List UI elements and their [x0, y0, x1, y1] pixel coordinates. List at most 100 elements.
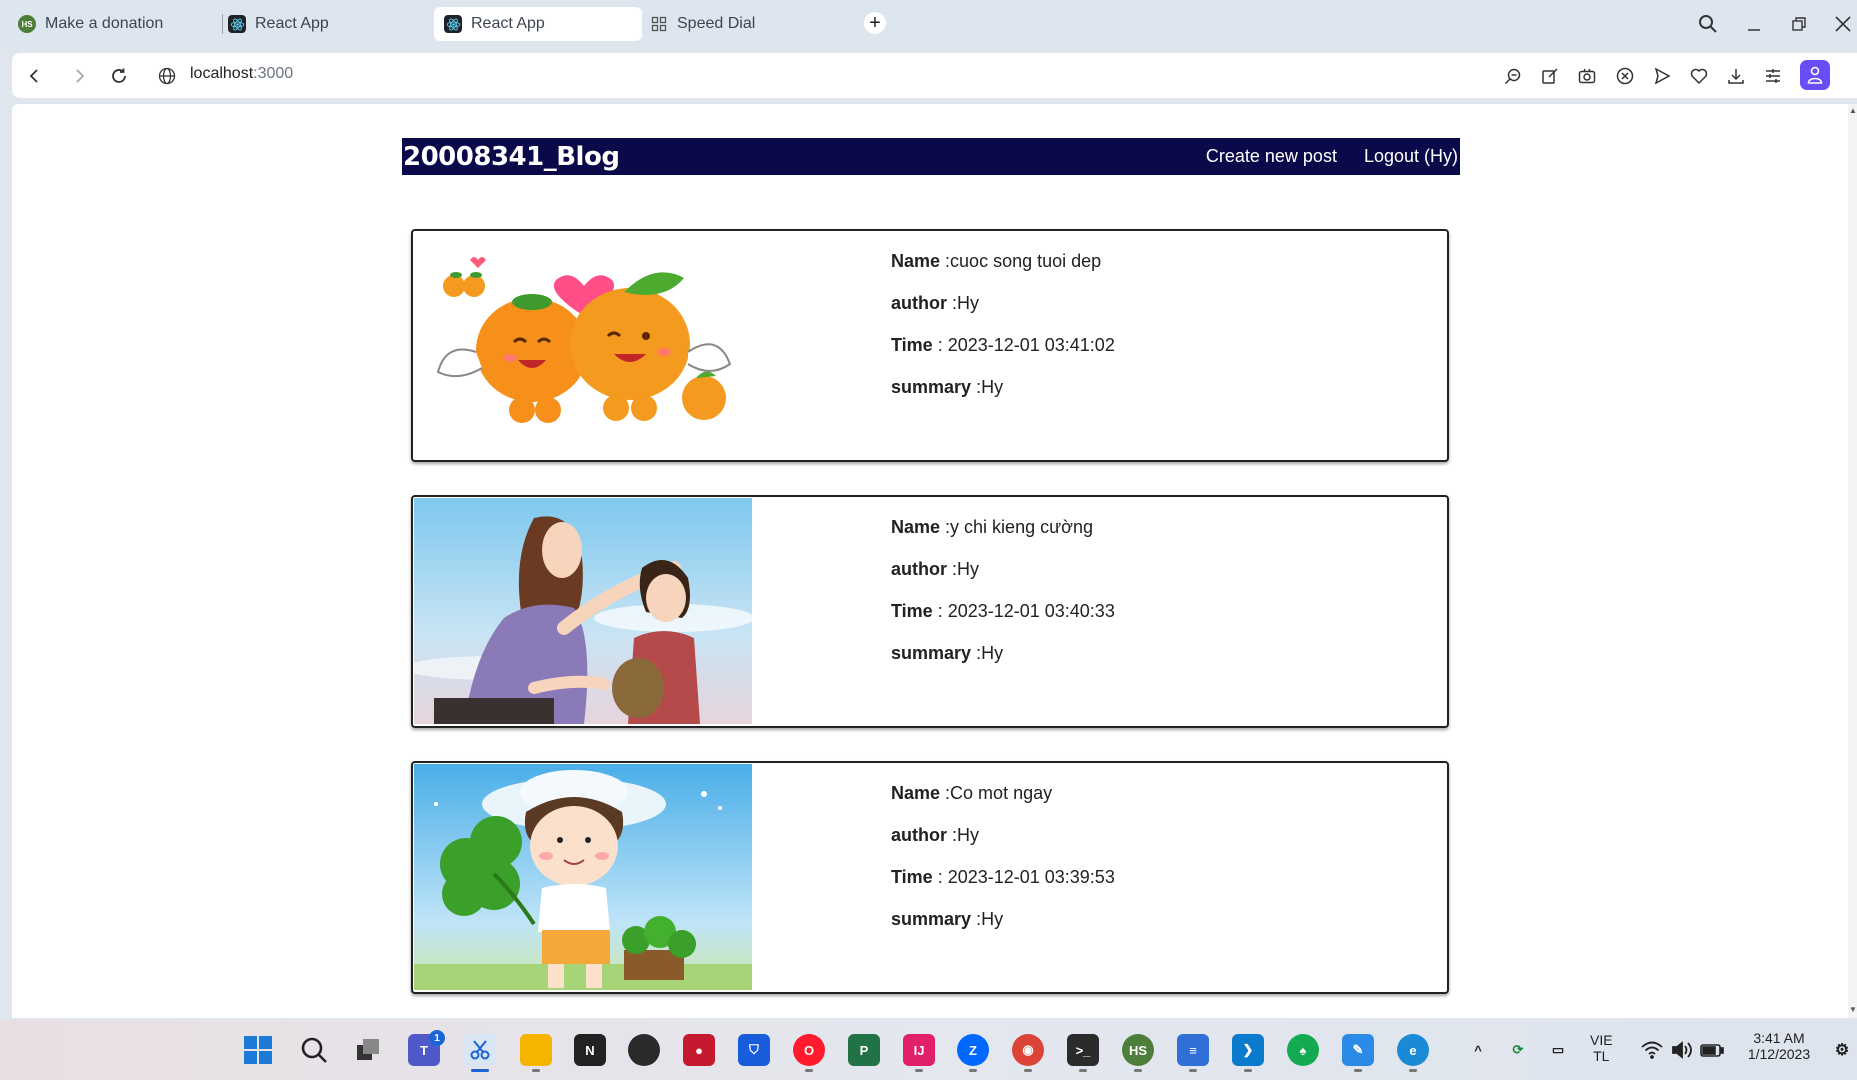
time-label: Time: [891, 867, 933, 887]
running-indicator: [1134, 1069, 1142, 1072]
paint-icon[interactable]: ✎: [1342, 1034, 1374, 1066]
chevron-up-icon[interactable]: ^: [1462, 1034, 1494, 1066]
tab-title: React App: [471, 15, 545, 32]
recorder-icon[interactable]: ●: [683, 1034, 715, 1066]
camera-icon[interactable]: [1575, 64, 1599, 88]
heart-icon[interactable]: [1687, 64, 1711, 88]
post-author-row: author :Hy: [891, 825, 1115, 867]
url-host: localhost: [190, 65, 254, 82]
search-tabs-icon[interactable]: [1694, 10, 1722, 38]
file-explorer-icon[interactable]: [520, 1034, 552, 1066]
new-tab-button[interactable]: +: [864, 12, 886, 34]
running-indicator: [1024, 1069, 1032, 1072]
page-viewport: 20008341_Blog Create new post Logout (Hy…: [12, 104, 1857, 1018]
teams-icon[interactable]: T1: [408, 1030, 445, 1066]
vscode-icon[interactable]: ❯: [1232, 1034, 1264, 1066]
post-image-boy-clover: [414, 764, 752, 990]
send-icon[interactable]: [1650, 64, 1674, 88]
brand-title[interactable]: 20008341_Blog: [402, 142, 620, 172]
project-icon[interactable]: P: [848, 1034, 880, 1066]
sync-icon[interactable]: ⟳: [1502, 1034, 1534, 1066]
post-author: :Hy: [952, 293, 980, 313]
battery-icon[interactable]: [1696, 1034, 1728, 1066]
hs-icon: HS: [18, 15, 36, 33]
url-port: :3000: [253, 65, 294, 82]
terminal-icon[interactable]: >_: [1067, 1034, 1099, 1066]
post-card[interactable]: Name :cuoc song tuoi dep author :Hy Time…: [411, 229, 1449, 462]
post-name-row: Name :y chi kieng cường: [891, 517, 1115, 559]
task-view-icon[interactable]: [352, 1034, 384, 1066]
obs-icon[interactable]: [628, 1034, 660, 1066]
notifications-icon[interactable]: ⚙: [1826, 1034, 1857, 1066]
tab-speed-dial[interactable]: Speed Dial: [640, 7, 850, 41]
page-scrollbar[interactable]: ▲ ▼: [1848, 104, 1857, 1018]
notepad-icon[interactable]: ≡: [1177, 1034, 1209, 1066]
tab-react-app-active[interactable]: React App: [434, 7, 642, 41]
download-icon[interactable]: [1724, 64, 1748, 88]
keyboard-icon[interactable]: ▭: [1542, 1034, 1574, 1066]
running-indicator: [969, 1069, 977, 1072]
keyboard-layout: TL: [1593, 1048, 1610, 1064]
post-summary: :Hy: [976, 909, 1004, 929]
clock[interactable]: 3:41 AM 1/12/2023: [1738, 1030, 1820, 1062]
hs-icon[interactable]: HS: [1122, 1034, 1154, 1066]
post-card[interactable]: Name :Co mot ngay author :Hy Time : 2023…: [411, 761, 1449, 994]
url-field[interactable]: localhost:3000: [190, 65, 293, 83]
close-icon[interactable]: [1829, 10, 1857, 38]
minimize-icon[interactable]: [1740, 10, 1768, 38]
post-name-row: Name :cuoc song tuoi dep: [891, 251, 1115, 293]
reload-icon[interactable]: [105, 62, 133, 90]
search-icon[interactable]: [298, 1034, 330, 1066]
edge-icon[interactable]: e: [1397, 1034, 1429, 1066]
adblock-icon[interactable]: [1613, 64, 1637, 88]
wifi-icon[interactable]: [1636, 1034, 1668, 1066]
post-time: : 2023-12-01 03:39:53: [932, 867, 1115, 887]
tab-make-a-donation[interactable]: HS Make a donation: [8, 7, 213, 41]
post-author: :Hy: [952, 559, 980, 579]
scroll-up-icon[interactable]: ▲: [1849, 106, 1857, 115]
browser-tab-bar: HS Make a donation React App React App S…: [0, 0, 1857, 47]
address-bar: localhost:3000: [12, 53, 1857, 98]
notion-icon[interactable]: N: [574, 1034, 606, 1066]
post-summary: :Hy: [976, 377, 1004, 397]
grid-icon: [650, 15, 668, 33]
create-post-link[interactable]: Create new post: [1206, 146, 1337, 167]
windows-start-icon[interactable]: [242, 1034, 274, 1066]
post-image-mother-child: [414, 498, 752, 724]
profile-icon[interactable]: [1800, 60, 1830, 90]
restore-icon[interactable]: [1785, 10, 1813, 38]
post-summary-row: summary :Hy: [891, 377, 1115, 419]
opera-icon[interactable]: O: [793, 1034, 825, 1066]
summary-label: summary: [891, 643, 972, 663]
bitwarden-icon[interactable]: ⛉: [738, 1034, 770, 1066]
post-summary: :Hy: [976, 643, 1004, 663]
menu-icon[interactable]: [1761, 64, 1785, 88]
post-time-row: Time : 2023-12-01 03:41:02: [891, 335, 1115, 377]
forward-icon[interactable]: [66, 62, 94, 90]
back-icon[interactable]: [20, 62, 48, 90]
volume-icon[interactable]: [1666, 1034, 1698, 1066]
chrome-icon[interactable]: ◉: [1012, 1034, 1044, 1066]
zalo-icon[interactable]: Z: [957, 1034, 989, 1066]
post-info: Name :cuoc song tuoi dep author :Hy Time…: [891, 251, 1115, 419]
language-indicator[interactable]: VIE TL: [1590, 1032, 1613, 1064]
post-info: Name :y chi kieng cường author :Hy Time …: [891, 517, 1115, 685]
post-card[interactable]: Name :y chi kieng cường author :Hy Time …: [411, 495, 1449, 728]
scroll-down-icon[interactable]: ▼: [1849, 1005, 1857, 1014]
post-author-row: author :Hy: [891, 293, 1115, 335]
post-author-row: author :Hy: [891, 559, 1115, 601]
intellij-icon[interactable]: IJ: [903, 1034, 935, 1066]
tab-react-app-1[interactable]: React App: [218, 7, 424, 41]
running-indicator: [532, 1069, 540, 1072]
zoom-icon[interactable]: [1501, 64, 1525, 88]
taskbar: T1 N ● ⛉ O P IJ Z ◉ >_ HS ≡ ❯ ♠ ✎ e ^ ⟳ …: [0, 1020, 1857, 1080]
time-label: Time: [891, 601, 933, 621]
clock-time: 3:41 AM: [1753, 1030, 1805, 1046]
teams-badge: 1: [429, 1030, 445, 1046]
site-info-icon[interactable]: [153, 62, 181, 90]
logout-link[interactable]: Logout (Hy): [1364, 146, 1458, 167]
post-summary-row: summary :Hy: [891, 643, 1115, 685]
mongodb-icon[interactable]: ♠: [1287, 1034, 1319, 1066]
snipping-tool-icon[interactable]: [464, 1034, 496, 1066]
edit-icon[interactable]: [1538, 64, 1562, 88]
